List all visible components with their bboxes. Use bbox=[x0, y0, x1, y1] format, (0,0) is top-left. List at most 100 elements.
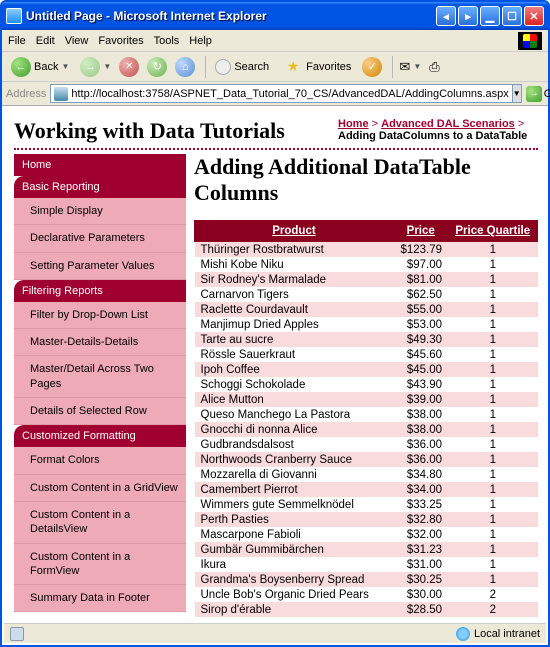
menu-bar: File Edit View Favorites Tools Help bbox=[2, 30, 548, 52]
cell-quartile: 1 bbox=[448, 422, 537, 437]
cell-product: Sir Rodney's Marmalade bbox=[195, 272, 394, 287]
menu-tools[interactable]: Tools bbox=[154, 35, 180, 47]
table-row: Gumbär Gummibärchen$31.231 bbox=[195, 542, 538, 557]
sidebar-item[interactable]: Simple Display bbox=[14, 198, 186, 225]
products-table: Product Price Price Quartile Thüringer R… bbox=[194, 220, 538, 617]
sidebar-item[interactable]: Setting Parameter Values bbox=[14, 253, 186, 280]
sidebar-item[interactable]: Master/Detail Across Two Pages bbox=[14, 356, 186, 398]
breadcrumb-section-link[interactable]: Advanced DAL Scenarios bbox=[381, 118, 515, 130]
minimize-button[interactable]: ▁ bbox=[480, 6, 500, 26]
search-button[interactable]: Search bbox=[210, 57, 274, 77]
cell-product: Wimmers gute Semmelknödel bbox=[195, 497, 394, 512]
refresh-button[interactable]: ↻ bbox=[145, 55, 169, 79]
menu-file[interactable]: File bbox=[8, 35, 26, 47]
cell-product: Ipoh Coffee bbox=[195, 362, 394, 377]
back-button[interactable]: ← Back ▼ bbox=[6, 55, 74, 79]
star-icon: ★ bbox=[283, 57, 303, 77]
cell-price: $30.00 bbox=[393, 587, 448, 602]
sidebar-group-filtering[interactable]: Filtering Reports bbox=[14, 280, 186, 302]
toolbar: ← Back ▼ → ▼ ✕ ↻ ⌂ Search ★ Favorites ✓ … bbox=[2, 52, 548, 82]
print-button[interactable]: ⎙ bbox=[427, 57, 441, 77]
favorites-button[interactable]: ★ Favorites bbox=[278, 55, 356, 79]
cell-price: $32.80 bbox=[393, 512, 448, 527]
history-button[interactable]: ✓ bbox=[360, 55, 384, 79]
chevron-down-icon: ▼ bbox=[103, 62, 111, 71]
sidebar-item[interactable]: Custom Content in a GridView bbox=[14, 475, 186, 502]
sidebar-item[interactable]: Custom Content in a FormView bbox=[14, 544, 186, 586]
cell-quartile: 1 bbox=[448, 392, 537, 407]
breadcrumb: Home > Advanced DAL Scenarios > Adding D… bbox=[338, 118, 538, 142]
table-row: Wimmers gute Semmelknödel$33.251 bbox=[195, 497, 538, 512]
cell-product: Gnocchi di nonna Alice bbox=[195, 422, 394, 437]
address-input[interactable]: http://localhost:3758/ASPNET_Data_Tutori… bbox=[50, 84, 512, 103]
cell-price: $36.00 bbox=[393, 452, 448, 467]
menu-view[interactable]: View bbox=[65, 35, 89, 47]
close-button[interactable]: ✕ bbox=[524, 6, 544, 26]
cell-product: Alice Mutton bbox=[195, 392, 394, 407]
go-button[interactable]: → Go bbox=[526, 86, 550, 102]
separator bbox=[392, 56, 393, 78]
cell-product: Camembert Pierrot bbox=[195, 482, 394, 497]
cell-quartile: 1 bbox=[448, 362, 537, 377]
cell-quartile: 2 bbox=[448, 602, 537, 617]
cell-price: $38.00 bbox=[393, 407, 448, 422]
cell-product: Gumbär Gummibärchen bbox=[195, 542, 394, 557]
menu-help[interactable]: Help bbox=[189, 35, 212, 47]
stop-button[interactable]: ✕ bbox=[117, 55, 141, 79]
cell-product: Sirop d'érable bbox=[195, 602, 394, 617]
cell-product: Mishi Kobe Niku bbox=[195, 257, 394, 272]
sidebar-nav: Home Basic Reporting Simple DisplayDecla… bbox=[14, 154, 186, 617]
cell-price: $55.00 bbox=[393, 302, 448, 317]
sidebar-item[interactable]: Master-Details-Details bbox=[14, 329, 186, 356]
home-button[interactable]: ⌂ bbox=[173, 55, 197, 79]
cell-quartile: 1 bbox=[448, 512, 537, 527]
table-row: Uncle Bob's Organic Dried Pears$30.002 bbox=[195, 587, 538, 602]
cell-price: $45.60 bbox=[393, 347, 448, 362]
sidebar-group-basic[interactable]: Basic Reporting bbox=[14, 176, 186, 198]
cell-price: $97.00 bbox=[393, 257, 448, 272]
cell-price: $34.80 bbox=[393, 467, 448, 482]
table-row: Ipoh Coffee$45.001 bbox=[195, 362, 538, 377]
mail-button[interactable]: ✉▼ bbox=[397, 57, 423, 77]
cell-product: Carnarvon Tigers bbox=[195, 287, 394, 302]
sidebar-item[interactable]: Summary Data in Footer bbox=[14, 585, 186, 612]
cell-price: $123.79 bbox=[393, 242, 448, 258]
sidebar-item[interactable]: Format Colors bbox=[14, 447, 186, 474]
forward-icon: → bbox=[80, 57, 100, 77]
table-row: Alice Mutton$39.001 bbox=[195, 392, 538, 407]
cell-quartile: 1 bbox=[448, 332, 537, 347]
nav-fwd-small-button[interactable]: ▸ bbox=[458, 6, 478, 26]
forward-button[interactable]: → ▼ bbox=[78, 55, 113, 79]
address-dropdown[interactable]: ▼ bbox=[513, 84, 522, 103]
col-quartile[interactable]: Price Quartile bbox=[448, 221, 537, 242]
sidebar-item-home[interactable]: Home bbox=[14, 154, 186, 176]
status-bar: Local intranet bbox=[4, 623, 546, 643]
table-row: Manjimup Dried Apples$53.001 bbox=[195, 317, 538, 332]
nav-back-small-button[interactable]: ◂ bbox=[436, 6, 456, 26]
content-viewport[interactable]: Working with Data Tutorials Home > Advan… bbox=[4, 108, 546, 623]
col-product[interactable]: Product bbox=[195, 221, 394, 242]
sidebar-item[interactable]: Filter by Drop-Down List bbox=[14, 302, 186, 329]
breadcrumb-home-link[interactable]: Home bbox=[338, 118, 369, 130]
cell-product: Uncle Bob's Organic Dried Pears bbox=[195, 587, 394, 602]
cell-price: $31.00 bbox=[393, 557, 448, 572]
cell-price: $45.00 bbox=[393, 362, 448, 377]
sidebar-group-formatting[interactable]: Customized Formatting bbox=[14, 425, 186, 447]
site-title: Working with Data Tutorials bbox=[14, 118, 338, 144]
breadcrumb-current: Adding DataColumns to a DataTable bbox=[338, 130, 527, 142]
sidebar-item[interactable]: Custom Content in a DetailsView bbox=[14, 502, 186, 544]
search-icon bbox=[215, 59, 231, 75]
menu-favorites[interactable]: Favorites bbox=[98, 35, 143, 47]
table-row: Tarte au sucre$49.301 bbox=[195, 332, 538, 347]
table-row: Ikura$31.001 bbox=[195, 557, 538, 572]
cell-product: Queso Manchego La Pastora bbox=[195, 407, 394, 422]
sidebar-item[interactable]: Details of Selected Row bbox=[14, 398, 186, 425]
table-row: Mascarpone Fabioli$32.001 bbox=[195, 527, 538, 542]
page-heading: Adding Additional DataTable Columns bbox=[194, 154, 538, 206]
col-price[interactable]: Price bbox=[393, 221, 448, 242]
menu-edit[interactable]: Edit bbox=[36, 35, 55, 47]
cell-quartile: 1 bbox=[448, 452, 537, 467]
go-label: Go bbox=[544, 88, 550, 100]
sidebar-item[interactable]: Declarative Parameters bbox=[14, 225, 186, 252]
maximize-button[interactable]: ☐ bbox=[502, 6, 522, 26]
